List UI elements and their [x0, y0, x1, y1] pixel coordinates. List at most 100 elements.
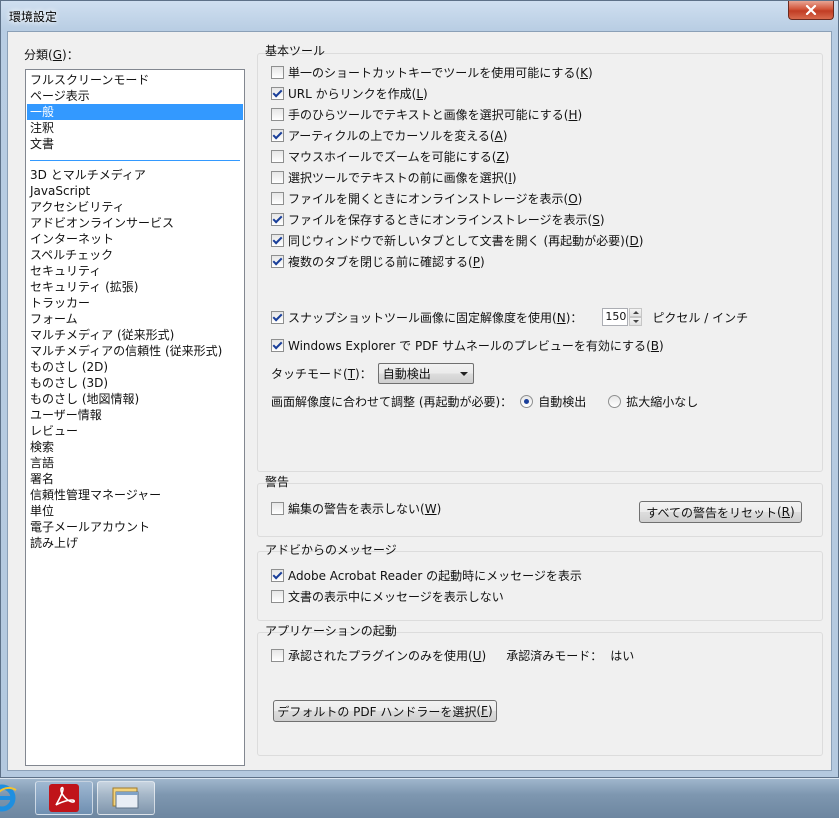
option-row: 同じウィンドウで新しいタブとして文書を開く (再起動が必要)(D) [271, 231, 643, 249]
scaling-label: 画面解像度に合わせて調整 (再起動が必要)： [271, 394, 513, 409]
category-item[interactable]: ものさし (地図情報) [27, 391, 243, 407]
option-label[interactable]: ファイルを開くときにオンラインストレージを表示(O) [288, 190, 582, 207]
option-label[interactable]: アーティクルの上でカーソルを変える(A) [288, 127, 507, 144]
category-item[interactable]: スペルチェック [27, 247, 243, 263]
acrobat-reader-icon [49, 784, 79, 812]
snapshot-checkbox[interactable] [271, 310, 284, 324]
dialog-body: 分類(G)： フルスクリーンモード ページ表示 一般 注釈 文書 3D とマルチメディア J… [7, 31, 832, 771]
category-item[interactable]: ユーザー情報 [27, 407, 243, 423]
option-checkbox[interactable] [271, 86, 284, 100]
category-item[interactable]: フルスクリーンモード [27, 72, 243, 88]
option-row: 選択ツールでテキストの前に画像を選択(I) [271, 168, 517, 186]
category-item[interactable]: セキュリティ [27, 263, 243, 279]
edit-warning-checkbox[interactable] [271, 501, 284, 515]
category-item[interactable]: ものさし (3D) [27, 375, 243, 391]
snapshot-label[interactable]: スナップショットツール画像に固定解像度を使用(N)： [288, 309, 582, 326]
option-row: ファイルを開くときにオンラインストレージを表示(O) [271, 189, 582, 207]
certified-mode-label: 承認済みモード： [506, 648, 603, 663]
taskbar-window-button[interactable] [97, 781, 155, 815]
option-label[interactable]: 同じウィンドウで新しいタブとして文書を開く (再起動が必要)(D) [288, 232, 643, 249]
option-label[interactable]: 単一のショートカットキーでツールを使用可能にする(K) [288, 64, 593, 81]
category-item[interactable]: 文書 [27, 136, 243, 152]
adobe-messages-group: アドビからのメッセージ Adobe Acrobat Reader の起動時にメッ… [257, 541, 823, 621]
app-startup-group: アプリケーションの起動 承認されたプラグインのみを使用(U) 承認済みモード： … [257, 622, 823, 756]
option-row: 単一のショートカットキーでツールを使用可能にする(K) [271, 63, 593, 81]
resolution-input[interactable]: 150 [602, 308, 629, 326]
certified-plugins-label[interactable]: 承認されたプラグインのみを使用(U) [288, 647, 486, 664]
pdf-handler-button[interactable]: デフォルトの PDF ハンドラーを選択(F) [273, 700, 497, 722]
edit-warning-label[interactable]: 編集の警告を表示しない(W) [288, 500, 441, 517]
category-separator [30, 160, 240, 161]
basic-tools-group: 基本ツール 単一のショートカットキーでツールを使用可能にする(K) URL からリ… [257, 42, 823, 472]
option-label[interactable]: マウスホイールでズームを可能にする(Z) [288, 148, 509, 165]
no-message-checkbox[interactable] [271, 589, 284, 603]
certified-plugins-checkbox[interactable] [271, 648, 284, 662]
internet-explorer-icon[interactable] [0, 782, 18, 814]
category-item[interactable]: フォーム [27, 311, 243, 327]
category-item[interactable]: 言語 [27, 455, 243, 471]
option-checkbox[interactable] [271, 107, 284, 121]
option-row: マウスホイールでズームを可能にする(Z) [271, 147, 509, 165]
category-item[interactable]: 信頼性管理マネージャー [27, 487, 243, 503]
category-item[interactable]: マルチメディアの信頼性 (従来形式) [27, 343, 243, 359]
close-button[interactable] [788, 1, 834, 20]
category-item[interactable]: ものさし (2D) [27, 359, 243, 375]
option-checkbox[interactable] [271, 149, 284, 163]
resolution-spinner[interactable]: 150 [602, 308, 643, 326]
category-item[interactable]: 一般 [27, 104, 243, 120]
scaling-auto-label[interactable]: 自動検出 [538, 393, 586, 410]
category-item[interactable]: 電子メールアカウント [27, 519, 243, 535]
category-list[interactable]: フルスクリーンモード ページ表示 一般 注釈 文書 3D とマルチメディア JavaScri… [25, 69, 245, 766]
category-item[interactable]: インターネット [27, 231, 243, 247]
option-row: 手のひらツールでテキストと画像を選択可能にする(H) [271, 105, 582, 123]
title-bar[interactable]: 環境設定 [1, 1, 838, 31]
category-item[interactable]: 単位 [27, 503, 243, 519]
taskbar-acrobat-button[interactable] [35, 781, 93, 815]
scaling-none-radio[interactable] [608, 394, 622, 408]
option-checkbox[interactable] [271, 212, 284, 226]
spin-up-icon[interactable] [629, 308, 643, 317]
option-checkbox[interactable] [271, 170, 284, 184]
scaling-none-label[interactable]: 拡大縮小なし [626, 393, 698, 410]
category-item[interactable]: マルチメディア (従来形式) [27, 327, 243, 343]
warnings-title: 警告 [265, 475, 290, 489]
option-row: ファイルを保存するときにオンラインストレージを表示(S) [271, 210, 605, 228]
category-item[interactable]: レビュー [27, 423, 243, 439]
category-item[interactable]: JavaScript [27, 183, 243, 199]
touch-mode-select[interactable]: 自動検出 [377, 362, 474, 384]
startup-message-checkbox[interactable] [271, 568, 284, 582]
touch-mode-row: タッチモード(T)： 自動検出 [271, 362, 474, 384]
option-checkbox[interactable] [271, 233, 284, 247]
option-checkbox[interactable] [271, 254, 284, 268]
option-label[interactable]: 複数のタブを閉じる前に確認する(P) [288, 253, 485, 270]
category-item[interactable]: 3D とマルチメディア [27, 167, 243, 183]
option-label[interactable]: ファイルを保存するときにオンラインストレージを表示(S) [288, 211, 605, 228]
category-item[interactable]: セキュリティ (拡張) [27, 279, 243, 295]
thumbnail-preview-label[interactable]: Windows Explorer で PDF サムネールのプレビューを有効にする… [288, 337, 664, 354]
category-item[interactable]: アドビオンラインサービス [27, 215, 243, 231]
option-checkbox[interactable] [271, 65, 284, 79]
startup-message-label[interactable]: Adobe Acrobat Reader の起動時にメッセージを表示 [288, 567, 582, 584]
category-item[interactable]: 注釈 [27, 120, 243, 136]
spin-down-icon[interactable] [629, 317, 643, 326]
touch-mode-label: タッチモード(T)： [271, 366, 372, 381]
option-checkbox[interactable] [271, 128, 284, 142]
scaling-auto-radio[interactable] [520, 394, 534, 408]
category-item[interactable]: 読み上げ [27, 535, 243, 551]
warnings-group: 警告 編集の警告を表示しない(W) すべての警告をリセット(R) [257, 473, 823, 537]
option-label[interactable]: 手のひらツールでテキストと画像を選択可能にする(H) [288, 106, 582, 123]
option-label[interactable]: 選択ツールでテキストの前に画像を選択(I) [288, 169, 517, 186]
thumbnail-preview-checkbox[interactable] [271, 338, 284, 352]
category-item[interactable]: 署名 [27, 471, 243, 487]
category-item[interactable]: ページ表示 [27, 88, 243, 104]
no-message-label[interactable]: 文書の表示中にメッセージを表示しない [288, 588, 504, 605]
close-icon [805, 5, 817, 15]
category-item[interactable]: トラッカー [27, 295, 243, 311]
basic-tools-title: 基本ツール [265, 44, 326, 58]
option-label[interactable]: URL からリンクを作成(L) [288, 85, 428, 102]
category-item[interactable]: 検索 [27, 439, 243, 455]
category-label: 分類(G)： [24, 48, 79, 62]
category-item[interactable]: アクセシビリティ [27, 199, 243, 215]
option-checkbox[interactable] [271, 191, 284, 205]
reset-warnings-button[interactable]: すべての警告をリセット(R) [639, 501, 802, 523]
